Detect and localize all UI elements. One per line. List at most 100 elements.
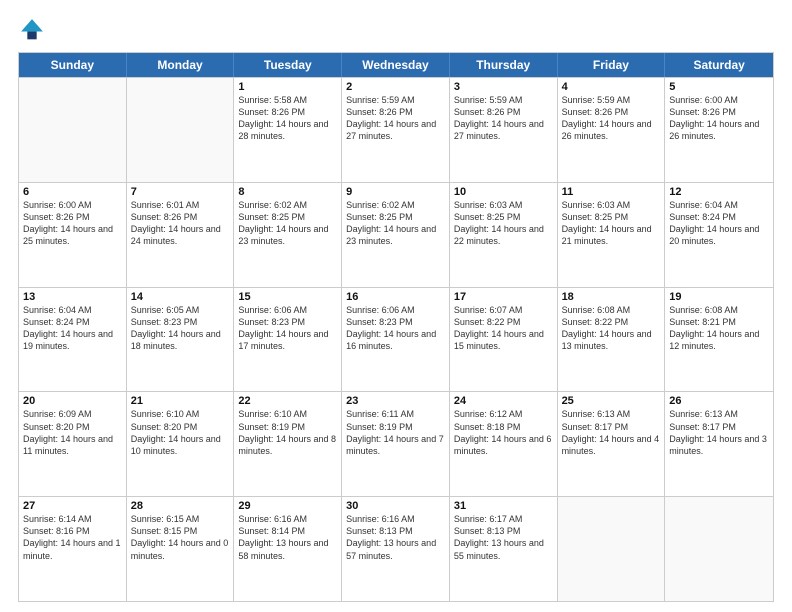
cell-info: Sunrise: 6:08 AM [562,304,661,316]
cell-info: Sunrise: 6:13 AM [562,408,661,420]
cell-info: Sunset: 8:20 PM [131,421,230,433]
cell-info: Daylight: 14 hours and 19 minutes. [23,328,122,352]
header-cell-friday: Friday [558,53,666,77]
cell-info: Daylight: 14 hours and 18 minutes. [131,328,230,352]
calendar-cell: 27Sunrise: 6:14 AMSunset: 8:16 PMDayligh… [19,497,127,601]
day-number: 10 [454,186,553,198]
day-number: 29 [238,500,337,512]
cell-info: Sunset: 8:25 PM [238,211,337,223]
cell-info: Sunset: 8:22 PM [454,316,553,328]
cell-info: Sunrise: 6:03 AM [562,199,661,211]
cell-info: Sunrise: 6:00 AM [23,199,122,211]
cell-info: Sunrise: 6:05 AM [131,304,230,316]
cell-info: Sunset: 8:13 PM [346,525,445,537]
calendar-cell: 20Sunrise: 6:09 AMSunset: 8:20 PMDayligh… [19,392,127,496]
cell-info: Daylight: 14 hours and 1 minute. [23,537,122,561]
cell-info: Sunrise: 6:07 AM [454,304,553,316]
calendar-cell: 29Sunrise: 6:16 AMSunset: 8:14 PMDayligh… [234,497,342,601]
cell-info: Daylight: 14 hours and 4 minutes. [562,433,661,457]
day-number: 11 [562,186,661,198]
day-number: 4 [562,81,661,93]
calendar-row: 13Sunrise: 6:04 AMSunset: 8:24 PMDayligh… [19,287,773,392]
cell-info: Daylight: 14 hours and 26 minutes. [669,118,769,142]
cell-info: Sunset: 8:24 PM [669,211,769,223]
header-cell-wednesday: Wednesday [342,53,450,77]
cell-info: Sunrise: 6:13 AM [669,408,769,420]
calendar-cell: 18Sunrise: 6:08 AMSunset: 8:22 PMDayligh… [558,288,666,392]
day-number: 28 [131,500,230,512]
header-cell-tuesday: Tuesday [234,53,342,77]
logo [18,16,50,44]
cell-info: Sunset: 8:13 PM [454,525,553,537]
cell-info: Daylight: 14 hours and 23 minutes. [346,223,445,247]
day-number: 5 [669,81,769,93]
cell-info: Sunrise: 6:04 AM [669,199,769,211]
calendar-row: 6Sunrise: 6:00 AMSunset: 8:26 PMDaylight… [19,182,773,287]
cell-info: Sunrise: 6:00 AM [669,94,769,106]
day-number: 12 [669,186,769,198]
calendar-cell: 30Sunrise: 6:16 AMSunset: 8:13 PMDayligh… [342,497,450,601]
calendar-cell: 31Sunrise: 6:17 AMSunset: 8:13 PMDayligh… [450,497,558,601]
header [18,16,774,44]
day-number: 23 [346,395,445,407]
calendar-cell: 19Sunrise: 6:08 AMSunset: 8:21 PMDayligh… [665,288,773,392]
cell-info: Daylight: 14 hours and 28 minutes. [238,118,337,142]
calendar-cell: 26Sunrise: 6:13 AMSunset: 8:17 PMDayligh… [665,392,773,496]
cell-info: Sunset: 8:23 PM [346,316,445,328]
day-number: 14 [131,291,230,303]
cell-info: Sunset: 8:26 PM [238,106,337,118]
cell-info: Daylight: 13 hours and 55 minutes. [454,537,553,561]
header-cell-saturday: Saturday [665,53,773,77]
cell-info: Daylight: 14 hours and 0 minutes. [131,537,230,561]
cell-info: Daylight: 14 hours and 17 minutes. [238,328,337,352]
cell-info: Daylight: 14 hours and 11 minutes. [23,433,122,457]
cell-info: Daylight: 14 hours and 12 minutes. [669,328,769,352]
cell-info: Sunrise: 6:03 AM [454,199,553,211]
cell-info: Sunrise: 6:16 AM [346,513,445,525]
cell-info: Daylight: 14 hours and 10 minutes. [131,433,230,457]
calendar-cell [665,497,773,601]
cell-info: Sunset: 8:25 PM [562,211,661,223]
cell-info: Daylight: 14 hours and 25 minutes. [23,223,122,247]
cell-info: Sunrise: 6:06 AM [238,304,337,316]
calendar-cell: 7Sunrise: 6:01 AMSunset: 8:26 PMDaylight… [127,183,235,287]
calendar-row: 20Sunrise: 6:09 AMSunset: 8:20 PMDayligh… [19,391,773,496]
cell-info: Sunset: 8:24 PM [23,316,122,328]
calendar-cell: 1Sunrise: 5:58 AMSunset: 8:26 PMDaylight… [234,78,342,182]
calendar-cell: 28Sunrise: 6:15 AMSunset: 8:15 PMDayligh… [127,497,235,601]
calendar-cell: 12Sunrise: 6:04 AMSunset: 8:24 PMDayligh… [665,183,773,287]
day-number: 26 [669,395,769,407]
header-cell-sunday: Sunday [19,53,127,77]
cell-info: Daylight: 14 hours and 6 minutes. [454,433,553,457]
cell-info: Sunset: 8:15 PM [131,525,230,537]
day-number: 17 [454,291,553,303]
cell-info: Sunset: 8:19 PM [238,421,337,433]
cell-info: Sunrise: 5:59 AM [454,94,553,106]
calendar-cell: 11Sunrise: 6:03 AMSunset: 8:25 PMDayligh… [558,183,666,287]
cell-info: Daylight: 14 hours and 20 minutes. [669,223,769,247]
cell-info: Sunset: 8:26 PM [131,211,230,223]
header-cell-monday: Monday [127,53,235,77]
day-number: 2 [346,81,445,93]
cell-info: Sunset: 8:23 PM [131,316,230,328]
calendar-cell [19,78,127,182]
calendar: SundayMondayTuesdayWednesdayThursdayFrid… [18,52,774,602]
cell-info: Sunrise: 6:08 AM [669,304,769,316]
cell-info: Sunrise: 6:10 AM [131,408,230,420]
cell-info: Daylight: 14 hours and 23 minutes. [238,223,337,247]
cell-info: Sunset: 8:26 PM [669,106,769,118]
cell-info: Daylight: 13 hours and 57 minutes. [346,537,445,561]
day-number: 18 [562,291,661,303]
calendar-cell: 5Sunrise: 6:00 AMSunset: 8:26 PMDaylight… [665,78,773,182]
calendar-cell: 15Sunrise: 6:06 AMSunset: 8:23 PMDayligh… [234,288,342,392]
cell-info: Daylight: 13 hours and 58 minutes. [238,537,337,561]
day-number: 1 [238,81,337,93]
calendar-cell: 8Sunrise: 6:02 AMSunset: 8:25 PMDaylight… [234,183,342,287]
calendar-cell: 25Sunrise: 6:13 AMSunset: 8:17 PMDayligh… [558,392,666,496]
calendar-cell [127,78,235,182]
cell-info: Daylight: 14 hours and 15 minutes. [454,328,553,352]
calendar-cell: 16Sunrise: 6:06 AMSunset: 8:23 PMDayligh… [342,288,450,392]
day-number: 13 [23,291,122,303]
cell-info: Daylight: 14 hours and 3 minutes. [669,433,769,457]
calendar-cell [558,497,666,601]
